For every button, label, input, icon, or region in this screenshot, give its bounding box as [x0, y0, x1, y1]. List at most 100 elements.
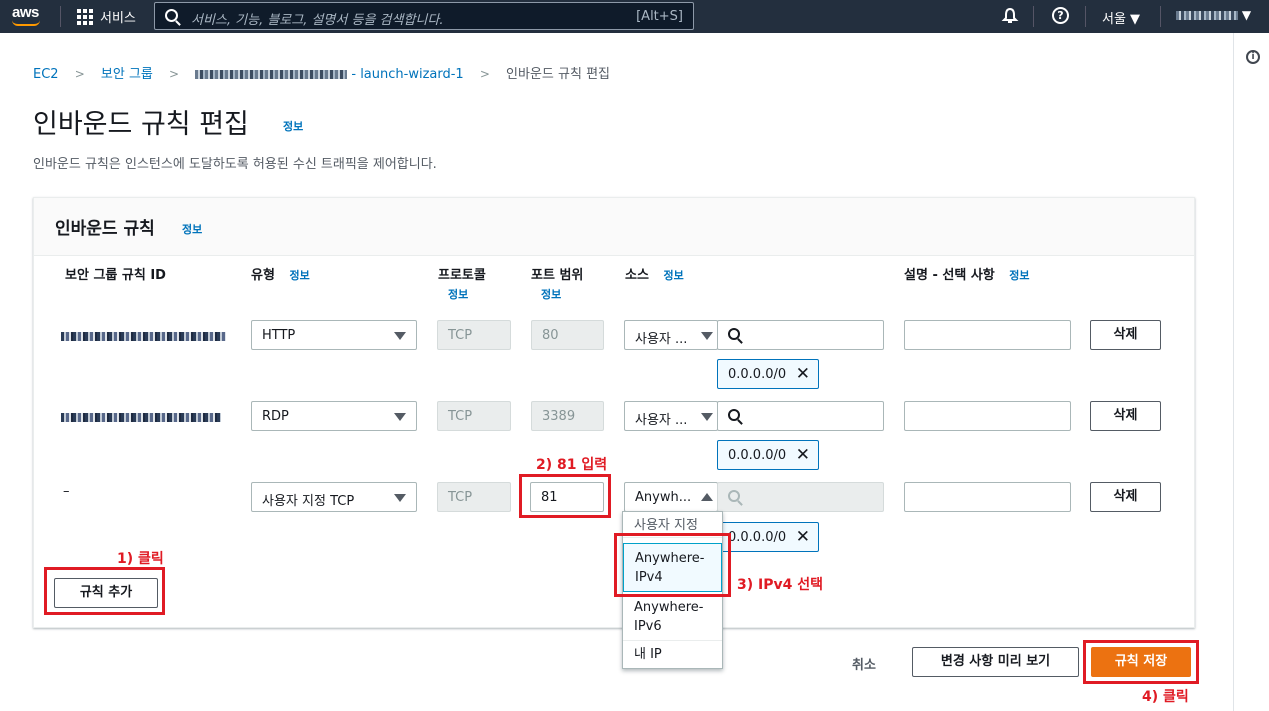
type-value: 사용자 지정 TCP [262, 494, 355, 509]
type-select[interactable]: 사용자 지정 TCP [251, 482, 417, 512]
divider [1085, 6, 1086, 27]
breadcrumb-security-group[interactable]: - launch-wizard-1 [195, 67, 464, 82]
aws-logo[interactable]: aws [12, 4, 39, 21]
chevron-right-icon: > [74, 67, 85, 81]
col-description: 설명 - 선택 사항 정보 [904, 264, 1030, 283]
col-port-info[interactable]: 정보 [541, 286, 561, 302]
port-range-field: 80 [531, 320, 604, 350]
services-menu-button[interactable]: 서비스 [77, 7, 136, 26]
panel-header: 인바운드 규칙 정보 [34, 198, 1194, 256]
annotation-step4: 4) 클릭 [1142, 689, 1189, 705]
breadcrumb-security-groups[interactable]: 보안 그룹 [101, 67, 153, 82]
col-description-label: 설명 - 선택 사항 [904, 268, 995, 283]
search-placeholder: 서비스, 기능, 블로그, 설명서 등을 검색합니다. [191, 13, 444, 28]
port-range-field: 3389 [531, 401, 604, 431]
cidr-token: 0.0.0.0/0 ✕ [717, 359, 819, 389]
bell-icon[interactable] [1001, 7, 1019, 29]
source-value: 사용자 ... [635, 413, 688, 428]
protocol-field: TCP [437, 320, 511, 350]
type-value: HTTP [262, 328, 296, 343]
info-icon[interactable]: i [1246, 50, 1260, 64]
breadcrumb-current: 인바운드 규칙 편집 [506, 67, 610, 82]
panel-info-link[interactable]: 정보 [182, 221, 202, 237]
utility-panel: i [1233, 33, 1269, 711]
annotation-box-port [519, 474, 611, 518]
caret-down-icon [394, 413, 406, 421]
close-icon[interactable]: ✕ [796, 366, 810, 383]
protocol-field: TCP [437, 401, 511, 431]
redacted-sg-id [195, 70, 348, 79]
divider [1160, 6, 1161, 27]
col-rule-id: 보안 그룹 규칙 ID [65, 268, 166, 283]
annotation-box-add-rule [44, 567, 165, 615]
source-select[interactable]: 사용자 ... [624, 401, 718, 431]
cidr-token: 0.0.0.0/0 ✕ [717, 440, 819, 470]
cidr-value: 0.0.0.0/0 [728, 448, 787, 463]
search-icon [728, 490, 740, 502]
description-input[interactable] [904, 320, 1071, 350]
dropdown-option-anywhere-ipv6[interactable]: Anywhere-IPv6 [623, 596, 722, 641]
search-icon [165, 9, 178, 22]
cidr-search-input[interactable] [717, 401, 884, 431]
panel-title: 인바운드 규칙 [55, 219, 155, 239]
cidr-search-input [717, 482, 884, 512]
col-description-info[interactable]: 정보 [1009, 269, 1029, 282]
divider [1033, 6, 1034, 27]
cidr-token: 0.0.0.0/0 ✕ [717, 522, 819, 552]
source-select-open[interactable]: Anywh... [624, 482, 718, 512]
search-shortcut: [Alt+S] [636, 9, 683, 24]
delete-button[interactable]: 삭제 [1090, 320, 1161, 350]
account-menu[interactable]: ▼ [1176, 8, 1251, 22]
annotation-box-ipv4 [614, 533, 731, 597]
breadcrumb: EC2 > 보안 그룹 > - launch-wizard-1 > 인바운드 규… [33, 63, 610, 82]
breadcrumb-ec2[interactable]: EC2 [33, 67, 59, 82]
page-description: 인바운드 규칙은 인스턴스에 도달하도록 허용된 수신 트래픽을 제어합니다. [33, 157, 437, 172]
redacted-account-name [1176, 11, 1238, 20]
col-source: 소스 정보 [625, 264, 684, 283]
col-source-info[interactable]: 정보 [663, 269, 683, 282]
dropdown-option-my-ip[interactable]: 내 IP [623, 643, 722, 667]
col-source-label: 소스 [625, 268, 649, 283]
caret-down-icon [701, 413, 713, 421]
annotation-box-save [1083, 640, 1199, 684]
col-type-label: 유형 [251, 268, 275, 283]
type-select[interactable]: RDP [251, 401, 417, 431]
delete-button[interactable]: 삭제 [1090, 401, 1161, 431]
type-select[interactable]: HTTP [251, 320, 417, 350]
page-title: 인바운드 규칙 편집 [33, 109, 249, 140]
source-value: Anywh... [635, 490, 692, 505]
global-search-input[interactable]: 서비스, 기능, 블로그, 설명서 등을 검색합니다. [Alt+S] [154, 2, 694, 30]
caret-down-icon [394, 332, 406, 340]
aws-logo-smile-icon [12, 20, 40, 26]
account-caret: ▼ [1241, 8, 1252, 22]
chevron-right-icon: > [169, 67, 180, 81]
caret-down-icon [701, 332, 713, 340]
delete-button[interactable]: 삭제 [1090, 482, 1161, 512]
rule-id: – [63, 484, 70, 499]
breadcrumb-sg-name: - launch-wizard-1 [351, 67, 464, 82]
services-label: 서비스 [100, 11, 136, 26]
col-type: 유형 정보 [251, 264, 310, 283]
annotation-step1: 1) 클릭 [117, 551, 164, 567]
rule-id-redacted [61, 410, 221, 425]
title-info-link[interactable]: 정보 [283, 118, 303, 134]
cidr-value: 0.0.0.0/0 [728, 530, 787, 545]
protocol-field: TCP [437, 482, 511, 512]
col-protocol: 프로토콜 [438, 268, 486, 283]
caret-up-icon [701, 493, 713, 501]
cidr-search-input[interactable] [717, 320, 884, 350]
type-value: RDP [262, 409, 289, 424]
preview-changes-button[interactable]: 변경 사항 미리 보기 [912, 647, 1079, 677]
close-icon[interactable]: ✕ [796, 447, 810, 464]
chevron-right-icon: > [479, 67, 490, 81]
close-icon[interactable]: ✕ [796, 529, 810, 546]
col-protocol-info[interactable]: 정보 [448, 286, 468, 302]
help-icon[interactable]: ? [1052, 7, 1069, 24]
region-selector[interactable]: 서울 ▼ [1102, 8, 1140, 27]
col-type-info[interactable]: 정보 [289, 269, 309, 282]
description-input[interactable] [904, 482, 1071, 512]
description-input[interactable] [904, 401, 1071, 431]
rule-id-redacted [61, 329, 226, 344]
cancel-button[interactable]: 취소 [852, 654, 876, 673]
source-select[interactable]: 사용자 ... [624, 320, 718, 350]
